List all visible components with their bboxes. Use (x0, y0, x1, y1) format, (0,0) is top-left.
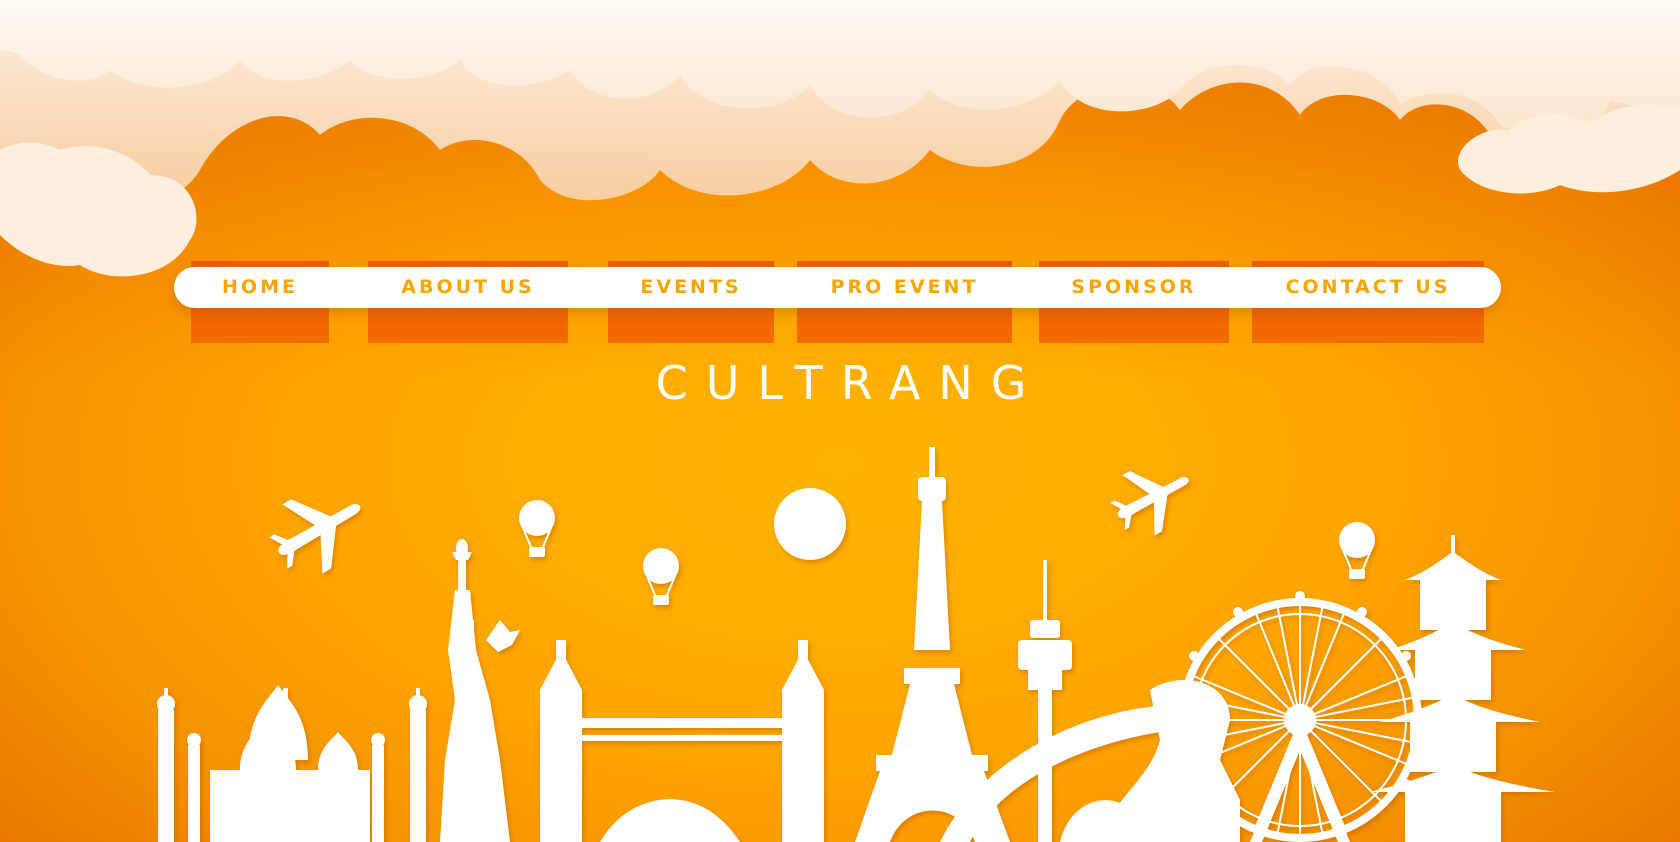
tower-bridge-icon (540, 640, 824, 842)
statue-of-liberty-icon (440, 539, 520, 842)
sydney-tower-icon (1018, 560, 1072, 842)
hot-air-balloon-icon (1339, 522, 1375, 579)
hot-air-balloon-icon (643, 548, 679, 605)
airplane-icon (1110, 471, 1189, 536)
sun-icon (774, 488, 846, 560)
pagoda-icon (1370, 535, 1555, 842)
taj-mahal-icon (157, 685, 427, 842)
skyline-layer (157, 447, 1555, 842)
hot-air-balloon-icon (519, 500, 555, 557)
airplane-icon (269, 499, 361, 574)
